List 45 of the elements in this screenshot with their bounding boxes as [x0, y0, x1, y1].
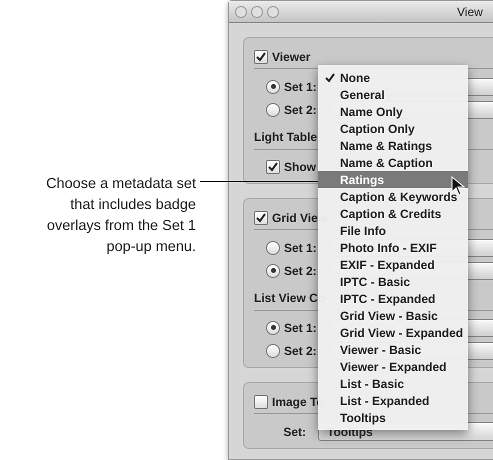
- menu-item[interactable]: Name & Caption: [318, 154, 468, 171]
- menu-item[interactable]: EXIF - Expanded: [318, 256, 468, 273]
- menu-item[interactable]: Viewer - Expanded: [318, 358, 468, 375]
- radio-label: Set 1:: [284, 320, 317, 334]
- radio-button[interactable]: [266, 102, 280, 116]
- menu-item[interactable]: Name & Ratings: [318, 137, 468, 154]
- radio-button[interactable]: [266, 80, 280, 94]
- radio-label: Set 2:: [284, 344, 317, 358]
- radio-button[interactable]: [266, 344, 280, 358]
- section-heading: Light Table: [254, 130, 318, 144]
- radio-label: Set 2:: [284, 264, 317, 278]
- menu-item[interactable]: File Info: [318, 222, 468, 239]
- radio-button[interactable]: [266, 264, 280, 278]
- checkbox-label: Show: [284, 160, 316, 174]
- checkmark-icon: [268, 162, 278, 172]
- checkbox[interactable]: [254, 395, 268, 409]
- menu-item[interactable]: None: [318, 69, 468, 86]
- callout-text: Choose a metadata set that includes badge overlays from the Set 1 pop-up menu.: [46, 175, 196, 257]
- checkmark-icon: [325, 72, 335, 82]
- menu-item[interactable]: List - Basic: [318, 375, 468, 392]
- menu-item[interactable]: Caption & Keywords: [318, 188, 468, 205]
- window-title: View: [457, 4, 483, 18]
- checkbox-label: Image To: [272, 395, 324, 409]
- menu-item[interactable]: General: [318, 86, 468, 103]
- checkmark-icon: [256, 213, 266, 223]
- checkmark-icon: [256, 52, 266, 62]
- checkbox[interactable]: [266, 160, 280, 174]
- menu-item[interactable]: Viewer - Basic: [318, 341, 468, 358]
- menu-item[interactable]: IPTC - Basic: [318, 273, 468, 290]
- checkbox[interactable]: [254, 50, 268, 64]
- menu-item[interactable]: Photo Info - EXIF: [318, 239, 468, 256]
- radio-button[interactable]: [266, 320, 280, 334]
- radio-label: Set 1:: [284, 80, 317, 94]
- menu-item[interactable]: Caption Only: [318, 120, 468, 137]
- checkbox[interactable]: [254, 211, 268, 225]
- menu-item[interactable]: Ratings: [318, 171, 468, 188]
- checkbox-label: Viewer: [272, 50, 310, 64]
- menu-item[interactable]: Name Only: [318, 103, 468, 120]
- radio-button[interactable]: [266, 240, 280, 254]
- menu-item[interactable]: Grid View - Expanded: [318, 324, 468, 341]
- radio-label: Set 2:: [284, 102, 317, 116]
- radio-label: Set 1:: [284, 240, 317, 254]
- section-heading: List View Co: [254, 291, 326, 305]
- popup-label: Set:: [282, 424, 306, 438]
- menu-item[interactable]: Grid View - Basic: [318, 307, 468, 324]
